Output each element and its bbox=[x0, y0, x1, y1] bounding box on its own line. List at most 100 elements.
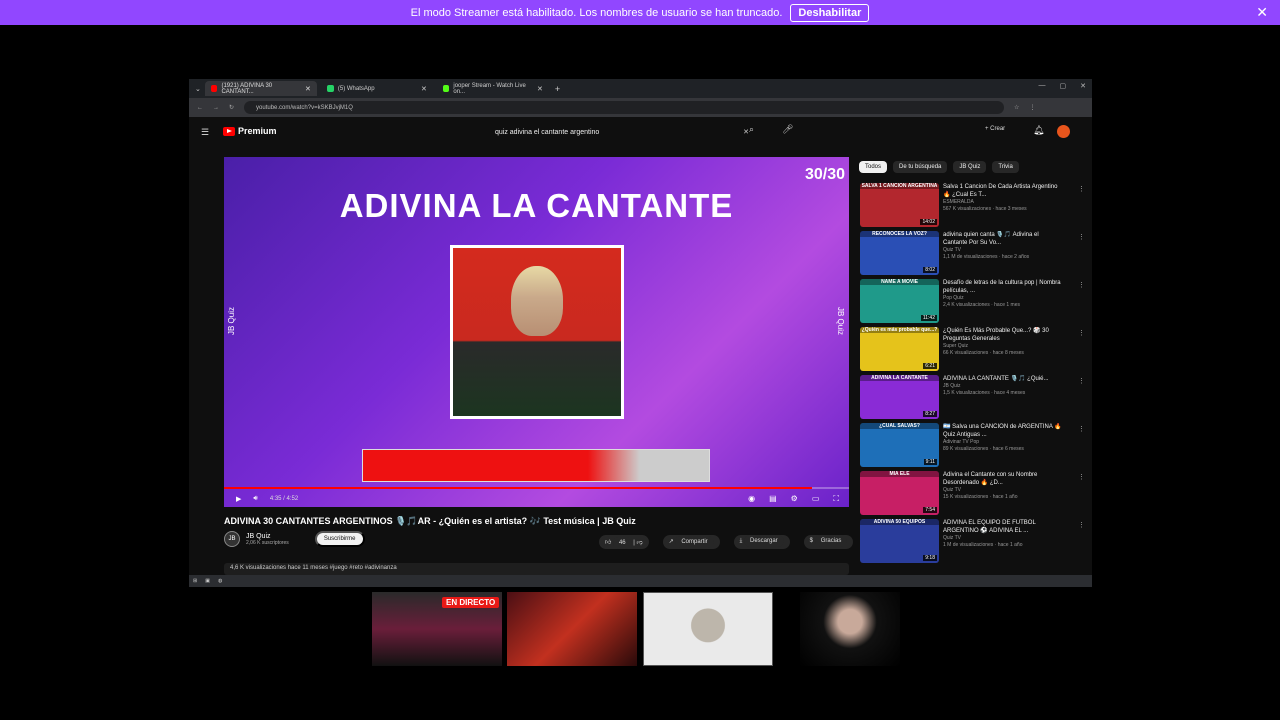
settings-icon[interactable]: ⚙ bbox=[791, 494, 798, 504]
recommendation-title[interactable]: ¿Quién Es Más Probable Que...? 🎲 30 Preg… bbox=[943, 327, 1063, 343]
subtitles-icon[interactable]: ▤ bbox=[769, 494, 777, 504]
recommendation-title[interactable]: ADIVINA LA CANTANTE 🎙️🎵 ¿Quié... bbox=[943, 375, 1063, 383]
more-options-icon[interactable]: ⋮ bbox=[1078, 185, 1085, 193]
close-icon[interactable]: ✕ bbox=[305, 85, 311, 93]
recommendation-title[interactable]: Salva 1 Cancion De Cada Artista Argentin… bbox=[943, 183, 1063, 199]
maximize-icon[interactable]: ▢ bbox=[1060, 82, 1067, 90]
volume-icon[interactable]: 🔊︎ bbox=[253, 495, 257, 503]
search-icon[interactable]: ⌕ bbox=[749, 124, 754, 135]
minimize-icon[interactable]: — bbox=[1039, 82, 1046, 90]
close-icon[interactable]: ✕ bbox=[537, 85, 543, 93]
recommendation-title[interactable]: ADIVINA EL EQUIPO DE FUTBOL ARGENTINO ⚽ … bbox=[943, 519, 1063, 535]
channel-name[interactable]: JB Quiz bbox=[246, 533, 289, 540]
thumbnail-caption: SALVA 1 CANCION ARGENTINA bbox=[860, 183, 939, 189]
recommendation-title[interactable]: 🇦🇷 Salva una CANCIÓN de ARGENTINA 🔥 Quiz… bbox=[943, 423, 1063, 439]
duration-badge: 8:02 bbox=[923, 267, 937, 273]
create-button[interactable]: + Crear bbox=[985, 126, 1005, 132]
recommendation-item[interactable]: ADIVINA 50 EQUIPOS 9:18 ADIVINA EL EQUIPO … bbox=[860, 519, 1085, 567]
avatar[interactable] bbox=[1057, 125, 1070, 138]
recommendation-item[interactable]: ¿Quién es más probable que...? 6:21 ¿Quién… bbox=[860, 327, 1085, 375]
tab-label: (5) WhatsApp bbox=[337, 85, 375, 92]
recommendations-list: SALVA 1 CANCION ARGENTINA 14:02 Salva 1 Ca… bbox=[860, 183, 1085, 567]
windows-start-icon[interactable]: ⊞ bbox=[193, 578, 197, 584]
recommendation-item[interactable]: ADIVINA LA CANTANTE 8:27 ADIVINA LA CANTAN… bbox=[860, 375, 1085, 423]
file-explorer-icon[interactable]: ▣ bbox=[205, 578, 210, 584]
recommendation-thumbnail[interactable]: ADIVINA LA CANTANTE 8:27 bbox=[860, 375, 939, 419]
recommendation-item[interactable]: NAME A MOVIE 11:42 Desafío de letras de la… bbox=[860, 279, 1085, 327]
more-options-icon[interactable]: ⋮ bbox=[1078, 473, 1085, 481]
chip-channel[interactable]: JB Quiz bbox=[953, 161, 987, 173]
tab-search-icon[interactable]: ⌄ bbox=[195, 85, 201, 93]
play-icon[interactable]: ▶ bbox=[236, 495, 241, 503]
reload-icon[interactable]: ↻ bbox=[229, 104, 234, 111]
share-button[interactable]: ↗ Compartir bbox=[662, 535, 720, 549]
progress-bar[interactable] bbox=[224, 487, 849, 489]
more-options-icon[interactable]: ⋮ bbox=[1078, 377, 1085, 385]
fullscreen-icon[interactable]: ⛶ bbox=[833, 494, 839, 504]
recommendation-thumbnail[interactable]: SALVA 1 CANCION ARGENTINA 14:02 bbox=[860, 183, 939, 227]
more-options-icon[interactable]: ⋮ bbox=[1078, 233, 1085, 241]
shared-screen: ⌄ (1921) ADIVINA 30 CANTANT... ✕ (5) Wha… bbox=[189, 79, 1092, 587]
duration-badge: 9:18 bbox=[923, 555, 937, 561]
recommendation-item[interactable]: ¿CUÁL SALVAS? 9:11 🇦🇷 Salva una CANCIÓN de… bbox=[860, 423, 1085, 471]
recommendation-thumbnail[interactable]: ¿Quién es más probable que...? 6:21 bbox=[860, 327, 939, 371]
thanks-button[interactable]: $ Gracias bbox=[803, 535, 854, 549]
url-field[interactable]: youtube.com/watch?v=kSKBJvjM1Q bbox=[244, 101, 1005, 114]
recommendation-title[interactable]: Adivina el Cantante con su Nombre Desord… bbox=[943, 471, 1063, 487]
thanks-label: Gracias bbox=[814, 535, 848, 547]
browser-tab[interactable]: jooper Stream - Watch Live on... ✕ bbox=[437, 81, 549, 96]
video-title: ADIVINA 30 CANTANTES ARGENTINOS 🎙️🎵AR - … bbox=[224, 516, 636, 526]
download-button[interactable]: ⤓ Descargar bbox=[733, 535, 790, 549]
recommendation-meta: 1,1 M de visualizaciones · hace 2 años bbox=[943, 254, 1030, 260]
subscribe-button[interactable]: Suscribirme bbox=[314, 531, 365, 547]
new-tab-icon[interactable]: + bbox=[555, 84, 560, 94]
browser-tab[interactable]: (1921) ADIVINA 30 CANTANT... ✕ bbox=[204, 81, 317, 96]
more-options-icon[interactable]: ⋮ bbox=[1078, 425, 1085, 433]
recommendation-thumbnail[interactable]: MIA ELE 7:54 bbox=[860, 471, 939, 515]
extensions-icon[interactable]: ⋮ bbox=[1029, 104, 1035, 111]
microphone-icon[interactable]: 🎤︎ bbox=[782, 124, 793, 135]
close-window-icon[interactable]: ✕ bbox=[1080, 82, 1086, 90]
recommendation-channel: ESMERALDA bbox=[943, 199, 974, 205]
progress-fill bbox=[224, 487, 812, 489]
more-options-icon[interactable]: ⋮ bbox=[1078, 329, 1085, 337]
chip-all[interactable]: Todos bbox=[859, 161, 888, 173]
more-options-icon[interactable]: ⋮ bbox=[1078, 281, 1085, 289]
autoplay-toggle-icon[interactable]: ◉ bbox=[748, 494, 755, 504]
close-icon[interactable]: ✕ bbox=[1256, 4, 1268, 21]
disable-streamer-button[interactable]: Deshabilitar bbox=[790, 3, 870, 22]
recommendation-meta: 1 M de visualizaciones · hace 1 año bbox=[943, 542, 1023, 548]
back-icon[interactable]: ← bbox=[197, 105, 203, 111]
forward-icon[interactable]: → bbox=[213, 105, 219, 111]
recommendation-thumbnail[interactable]: RECONOCES LA VOZ? 8:02 bbox=[860, 231, 939, 275]
chip-from-search[interactable]: De tu búsqueda bbox=[893, 161, 948, 173]
more-options-icon[interactable]: ⋮ bbox=[1078, 521, 1085, 529]
recommendation-meta: 2,4 K visualizaciones · hace 1 mes bbox=[943, 302, 1020, 308]
chip-trivia[interactable]: Trivia bbox=[992, 161, 1019, 173]
chrome-icon[interactable]: ◍ bbox=[218, 578, 222, 584]
recommendation-title[interactable]: adivina quien canta 🎙️🎵 Adivina el Canta… bbox=[943, 231, 1063, 247]
share-label: Compartir bbox=[675, 536, 714, 548]
like-button[interactable]: 👍︎ 46 | 👎︎ bbox=[599, 535, 649, 549]
description-box[interactable]: 4,6 K visualizaciones hace 11 meses #jue… bbox=[224, 563, 849, 575]
search-input[interactable]: quiz adivina el cantante argentino ✕ bbox=[489, 124, 749, 140]
theater-mode-icon[interactable]: ▭ bbox=[812, 494, 820, 504]
recommendation-title[interactable]: Desafío de letras de la cultura pop | No… bbox=[943, 279, 1063, 295]
recommendation-item[interactable]: MIA ELE 7:54 Adivina el Cantante con su No… bbox=[860, 471, 1085, 519]
youtube-logo[interactable]: Premium bbox=[223, 126, 277, 136]
close-icon[interactable]: ✕ bbox=[421, 85, 427, 93]
recommendation-meta: 1,5 K visualizaciones · hace 4 meses bbox=[943, 390, 1026, 396]
video-player[interactable]: 30/30 ADIVINA LA CANTANTE JB Quiz JB Qui… bbox=[224, 157, 849, 507]
recommendation-item[interactable]: RECONOCES LA VOZ? 8:02 adivina quien canta… bbox=[860, 231, 1085, 279]
notifications-icon[interactable]: 🔔︎ bbox=[1033, 125, 1044, 136]
streamer-mode-banner: El modo Streamer está habilitado. Los no… bbox=[0, 0, 1280, 25]
bookmark-icon[interactable]: ☆ bbox=[1014, 104, 1019, 111]
recommendation-item[interactable]: SALVA 1 CANCION ARGENTINA 14:02 Salva 1 Ca… bbox=[860, 183, 1085, 231]
menu-icon[interactable]: ☰ bbox=[201, 127, 209, 138]
recommendation-thumbnail[interactable]: ¿CUÁL SALVAS? 9:11 bbox=[860, 423, 939, 467]
recommendation-thumbnail[interactable]: NAME A MOVIE 11:42 bbox=[860, 279, 939, 323]
guest-camera bbox=[643, 592, 773, 666]
recommendation-thumbnail[interactable]: ADIVINA 50 EQUIPOS 9:18 bbox=[860, 519, 939, 563]
browser-tab[interactable]: (5) WhatsApp ✕ bbox=[321, 81, 433, 96]
channel-avatar[interactable]: JB bbox=[224, 531, 240, 547]
